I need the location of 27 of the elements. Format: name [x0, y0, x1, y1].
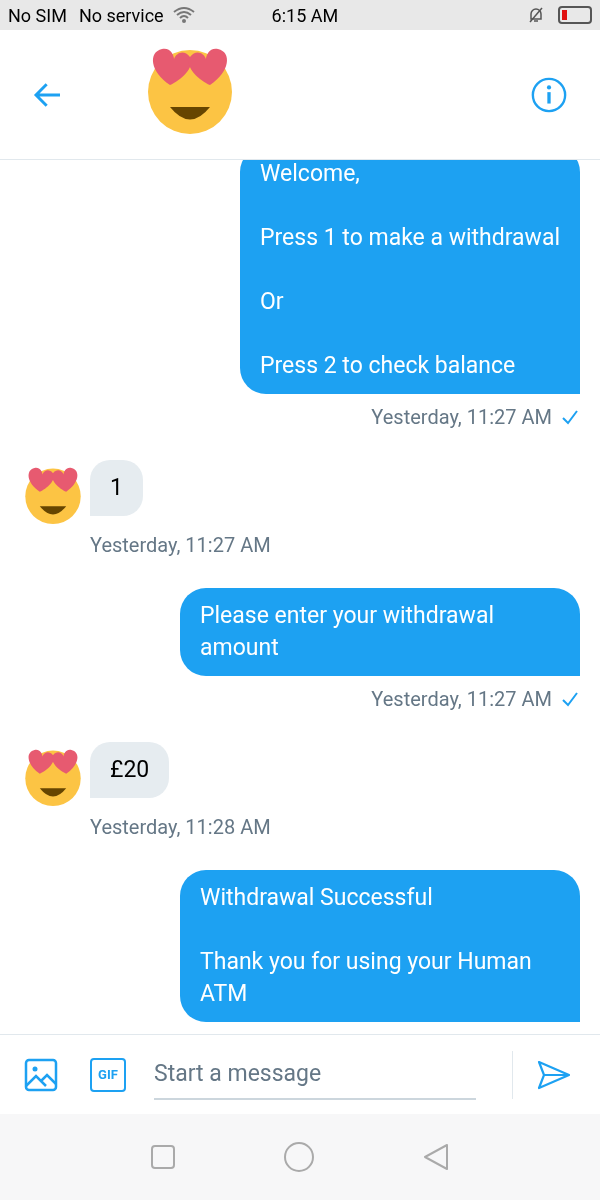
message-text: Welcome, — [260, 159, 361, 189]
message-text: Press 1 to make a withdrawal — [260, 223, 560, 253]
message-text: 1 — [110, 473, 123, 503]
muted-bell-icon — [526, 5, 546, 25]
message-timestamp: Yesterday, 11:27 AM — [371, 404, 552, 431]
message-text: Please enter your withdrawal amount — [200, 601, 495, 663]
message-timestamp: Yesterday, 11:27 AM — [371, 686, 552, 713]
message-text: Press 2 to check balance — [260, 351, 517, 381]
home-button[interactable] — [284, 1142, 314, 1172]
info-icon[interactable] — [530, 75, 568, 114]
carrier-text: No SIM — [8, 3, 67, 28]
message-timestamp: Yesterday, 11:28 AM — [90, 814, 271, 841]
back-button[interactable] — [423, 1142, 450, 1172]
recents-button[interactable] — [150, 1145, 175, 1169]
message-text: £20 — [110, 755, 150, 785]
gif-button[interactable]: GIF — [90, 1057, 126, 1092]
message-text: Thank you for using your Human ATM — [200, 947, 533, 1009]
message-input-field[interactable]: Start a message — [154, 1049, 476, 1100]
message-timestamp: Yesterday, 11:27 AM — [90, 532, 271, 559]
message-text: Withdrawal Successful — [200, 883, 434, 913]
battery-icon — [558, 6, 592, 24]
send-icon[interactable] — [537, 1059, 571, 1090]
clock-text: 6:15 AM — [271, 3, 339, 28]
service-text: No service — [78, 3, 164, 28]
image-icon[interactable] — [24, 1057, 58, 1092]
message-text: Or — [260, 287, 285, 317]
wifi-icon — [171, 5, 196, 25]
